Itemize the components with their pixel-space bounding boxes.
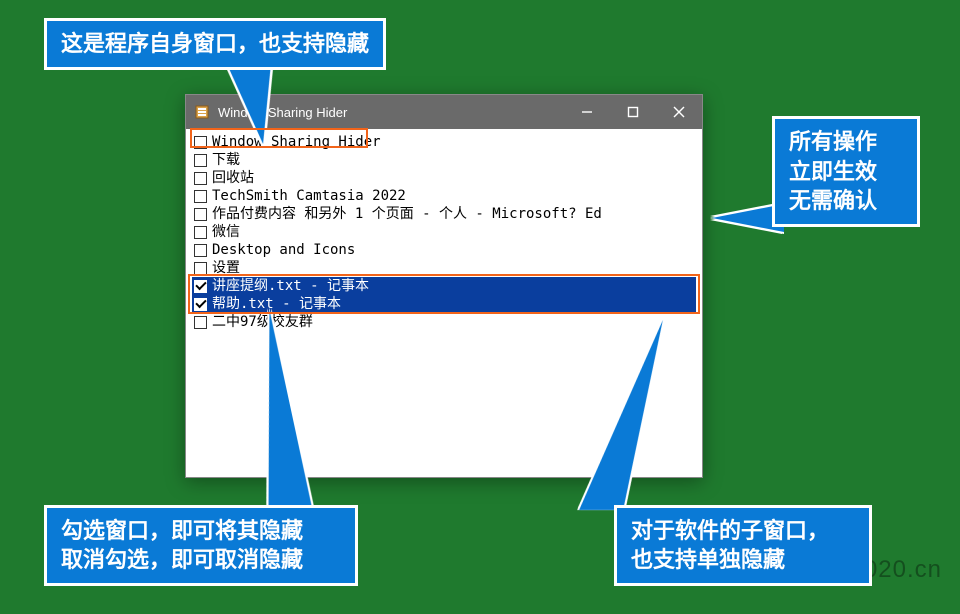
list-item-label: 设置 <box>212 259 240 277</box>
checkbox[interactable] <box>194 244 207 257</box>
checkbox[interactable] <box>194 298 207 311</box>
app-icon <box>194 104 210 120</box>
list-item[interactable]: 回收站 <box>192 169 696 187</box>
close-button[interactable] <box>656 95 702 129</box>
checkbox[interactable] <box>194 190 207 203</box>
callout-right: 所有操作 立即生效 无需确认 <box>772 116 920 227</box>
list-item-label: 作品付费内容 和另外 1 个页面 - 个人 - Microsoft? Ed <box>212 205 602 223</box>
callout-bottom-left: 勾选窗口，即可将其隐藏 取消勾选，即可取消隐藏 <box>44 505 358 586</box>
checkbox[interactable] <box>194 226 207 239</box>
list-item-label: 讲座提纲.txt - 记事本 <box>212 277 369 295</box>
checkbox[interactable] <box>194 172 207 185</box>
checkbox[interactable] <box>194 280 207 293</box>
list-item-label: 回收站 <box>212 169 254 187</box>
callout-top: 这是程序自身窗口，也支持隐藏 <box>44 18 386 70</box>
list-item[interactable]: 设置 <box>192 259 696 277</box>
list-item-label: Window Sharing Hider <box>212 133 381 151</box>
window-list[interactable]: Window Sharing Hider下载回收站TechSmith Camta… <box>186 129 702 335</box>
list-item[interactable]: 作品付费内容 和另外 1 个页面 - 个人 - Microsoft? Ed <box>192 205 696 223</box>
maximize-button[interactable] <box>610 95 656 129</box>
list-item[interactable]: 下载 <box>192 151 696 169</box>
minimize-button[interactable] <box>564 95 610 129</box>
checkbox[interactable] <box>194 136 207 149</box>
list-item-label: TechSmith Camtasia 2022 <box>212 187 406 205</box>
checkbox[interactable] <box>194 316 207 329</box>
checkbox[interactable] <box>194 154 207 167</box>
list-item-label: 下载 <box>212 151 240 169</box>
list-item[interactable]: TechSmith Camtasia 2022 <box>192 187 696 205</box>
list-item-label: Desktop and Icons <box>212 241 355 259</box>
checkbox[interactable] <box>194 208 207 221</box>
callout-bottom-right: 对于软件的子窗口， 也支持单独隐藏 <box>614 505 872 586</box>
list-item[interactable]: 讲座提纲.txt - 记事本 <box>192 277 696 295</box>
list-item-label: 微信 <box>212 223 240 241</box>
checkbox[interactable] <box>194 262 207 275</box>
list-item[interactable]: Desktop and Icons <box>192 241 696 259</box>
list-item[interactable]: 微信 <box>192 223 696 241</box>
